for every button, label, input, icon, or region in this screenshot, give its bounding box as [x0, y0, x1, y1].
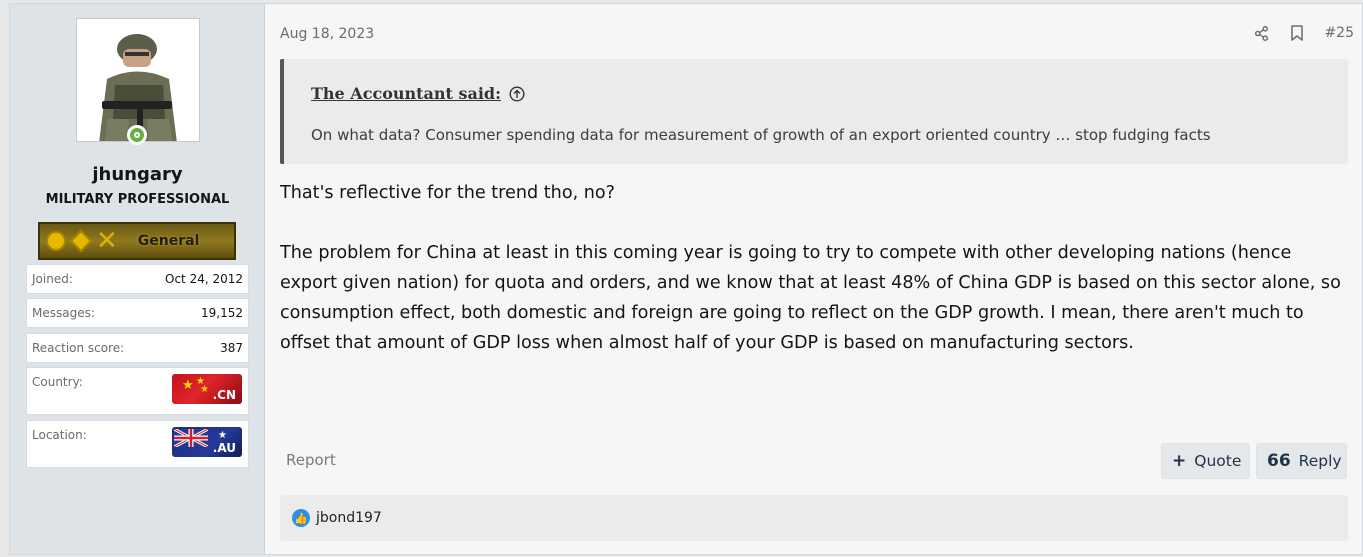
messages-label: Messages: [32, 306, 95, 320]
share-icon[interactable] [1252, 24, 1270, 42]
report-link[interactable]: Report [286, 451, 336, 469]
post-paragraph: The problem for China at least in this c… [280, 243, 1341, 353]
quote-author-link[interactable]: The Accountant said: [311, 84, 525, 103]
post-number-link[interactable]: #25 [1324, 25, 1354, 41]
online-status-icon [127, 125, 147, 145]
location-label: Location: [32, 428, 87, 442]
post-date[interactable]: Aug 18, 2023 [280, 26, 374, 42]
post-paragraph: That's reflective for the trend tho, no? [280, 183, 616, 203]
country-flag-text: .CN [212, 388, 236, 402]
post-main: Aug 18, 2023 #25 The Accountant said: On… [266, 4, 1362, 554]
reactions-bar: 👍 jbond197 [280, 495, 1348, 541]
quote-marks-icon: 66 [1267, 451, 1291, 471]
reply-button[interactable]: 66 Reply [1256, 443, 1347, 479]
reply-button-label: Reply [1298, 452, 1342, 470]
post-header-actions: #25 [1252, 24, 1354, 42]
plus-icon: + [1172, 451, 1187, 471]
reaction-score-value: 387 [220, 341, 243, 355]
rank-label: General [137, 233, 200, 249]
joined-row: Joined: Oct 24, 2012 [26, 264, 249, 294]
avatar[interactable] [76, 18, 200, 142]
quote-button[interactable]: + Quote [1161, 443, 1250, 479]
australia-flag-icon: ★ .AU [172, 427, 242, 457]
china-flag-icon: ★ ★ ★ .CN [172, 374, 242, 404]
joined-label: Joined: [32, 272, 73, 286]
country-label: Country: [32, 375, 83, 389]
quote-button-label: Quote [1194, 452, 1242, 470]
location-flag-text: .AU [212, 441, 236, 455]
user-title: MILITARY PROFESSIONAL [45, 192, 230, 207]
user-column: jhungary MILITARY PROFESSIONAL ✕ General… [10, 4, 265, 554]
forum-post: jhungary MILITARY PROFESSIONAL ✕ General… [9, 3, 1363, 555]
location-row: Location: ★ .AU [26, 420, 249, 468]
messages-value[interactable]: 19,152 [201, 306, 243, 320]
reaction-users[interactable]: jbond197 [316, 510, 382, 526]
username[interactable]: jhungary [10, 164, 265, 185]
quote-block: The Accountant said: On what data? Consu… [280, 59, 1348, 164]
reaction-score-label: Reaction score: [32, 341, 125, 355]
like-reaction-icon[interactable]: 👍 [292, 509, 310, 527]
rank-banner: ✕ General [38, 222, 236, 260]
soldier-avatar-image [77, 19, 199, 141]
arrow-up-circle-icon[interactable] [509, 85, 525, 102]
reaction-score-row: Reaction score: 387 [26, 333, 249, 363]
joined-value: Oct 24, 2012 [165, 272, 243, 286]
post-body: That's reflective for the trend tho, no?… [280, 178, 1342, 388]
quote-text: On what data? Consumer spending data for… [311, 126, 1211, 144]
bookmark-icon[interactable] [1288, 24, 1306, 42]
messages-row: Messages: 19,152 [26, 298, 249, 328]
rank-insignia-icon: ✕ [46, 228, 118, 254]
country-row: Country: ★ ★ ★ .CN [26, 367, 249, 415]
quote-author: The Accountant said: [311, 84, 502, 103]
